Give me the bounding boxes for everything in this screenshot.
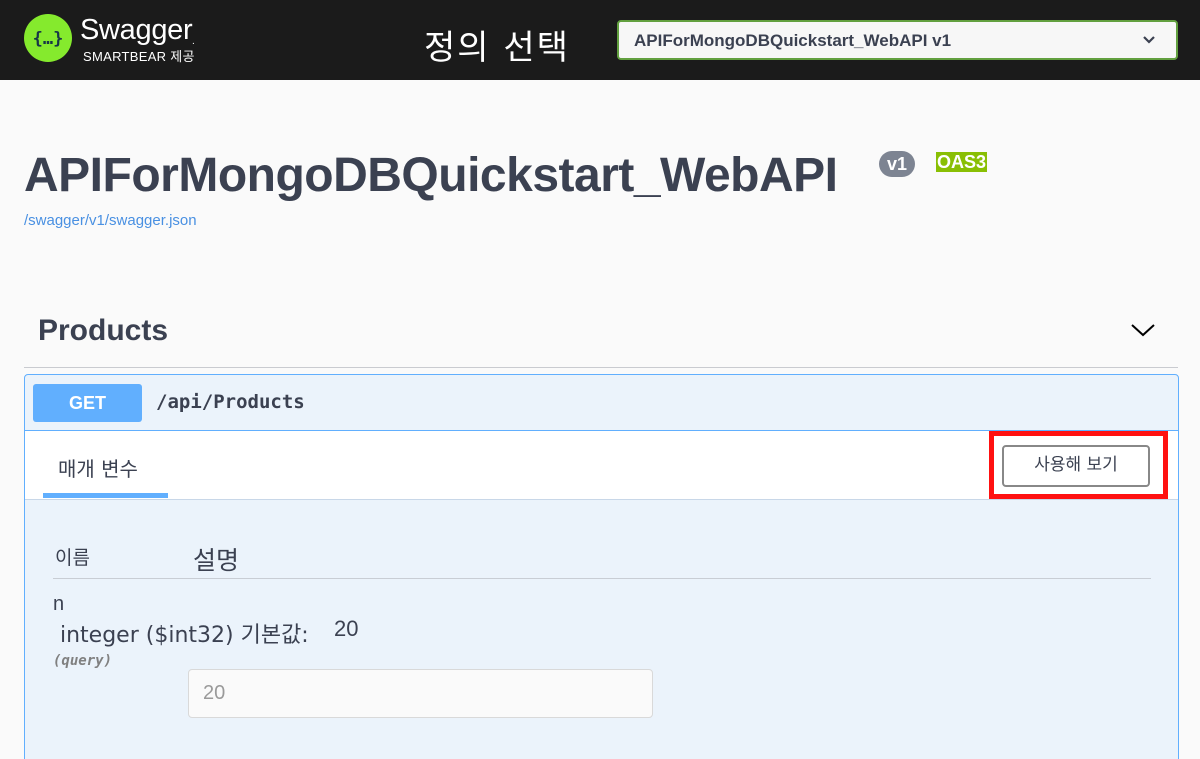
swagger-logo[interactable]: {…} Swagger . SMARTBEAR 제공 (24, 14, 195, 64)
chevron-down-icon[interactable] (1130, 322, 1156, 338)
top-bar: {…} Swagger . SMARTBEAR 제공 정의 선택 APIForM… (0, 0, 1200, 80)
operation-get-products: GET /api/Products 매개 변수 사용해 보기 이름 설명 n i… (24, 374, 1179, 759)
definition-select-label: 정의 선택 (424, 28, 570, 68)
parameters-table-header: 이름 설명 (53, 535, 1151, 579)
tag-section-products[interactable]: Products (24, 300, 1178, 368)
column-header-description: 설명 (193, 546, 240, 575)
logo-trademark: . (192, 36, 195, 47)
version-badge: v1 (879, 151, 916, 177)
swagger-logo-icon: {…} (24, 14, 72, 62)
parameter-location: (query) (53, 653, 113, 669)
logo-title: Swagger (80, 14, 193, 46)
parameter-name: n (53, 593, 65, 615)
svg-text:{…}: {…} (33, 29, 63, 49)
oas-badge: OAS3 (936, 152, 988, 172)
column-header-name: 이름 (55, 547, 90, 569)
tab-parameters-label: 매개 변수 (58, 457, 138, 481)
definition-select[interactable]: APIForMongoDBQuickstart_WebAPI v1 (617, 20, 1178, 60)
spec-link[interactable]: /swagger/v1/swagger.json (24, 212, 197, 229)
tag-name: Products (38, 314, 169, 347)
operation-summary[interactable]: GET /api/Products (25, 375, 1178, 431)
page-title: APIForMongoDBQuickstart_WebAPI (24, 149, 838, 202)
http-method-badge: GET (33, 384, 142, 422)
tab-active-indicator (43, 493, 168, 498)
parameter-default-value: 20 (334, 616, 359, 641)
chevron-down-icon (1143, 36, 1155, 44)
definition-select-value: APIForMongoDBQuickstart_WebAPI v1 (634, 31, 952, 50)
parameter-type-default: integer ($int32) 기본값: (60, 623, 309, 648)
try-it-out-button[interactable]: 사용해 보기 (1002, 445, 1150, 487)
parameter-n-input[interactable]: 20 (188, 669, 653, 718)
tab-parameters[interactable]: 매개 변수 (43, 431, 168, 498)
logo-subtitle: SMARTBEAR 제공 (83, 49, 195, 64)
operation-path: /api/Products (156, 391, 305, 413)
operation-tab-bar: 매개 변수 사용해 보기 (25, 431, 1178, 500)
